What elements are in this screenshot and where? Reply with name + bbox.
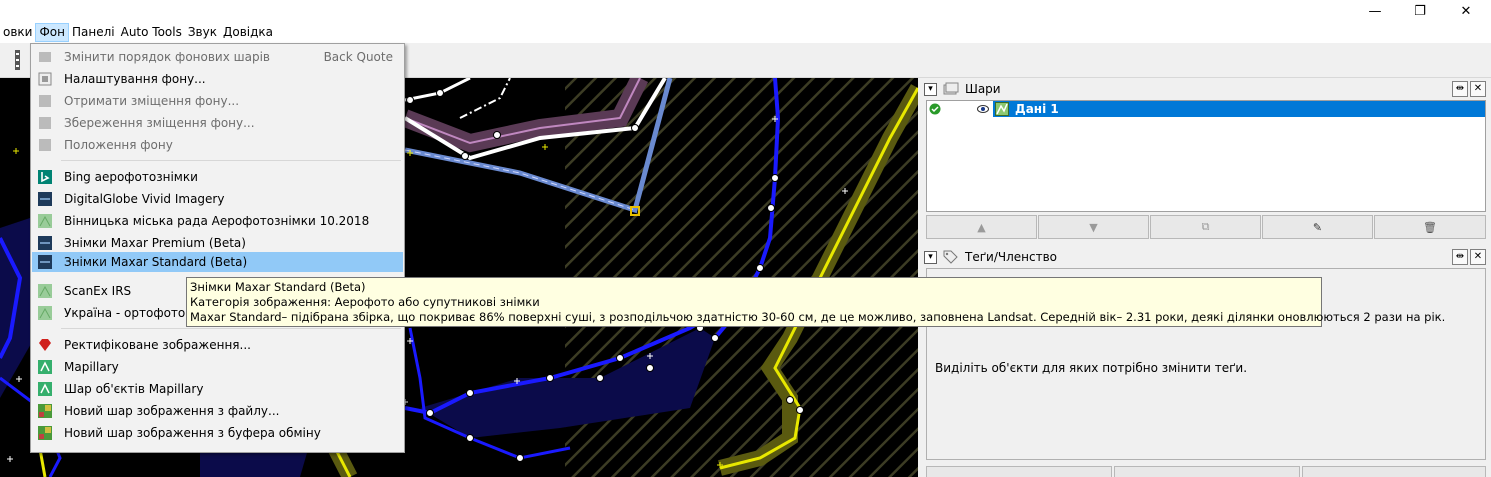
offset-save-icon (39, 117, 51, 129)
tooltip-category: Категорія зображення: Аерофото або супут… (190, 295, 540, 309)
menu-item-maxar-standard[interactable]: Знімки Maxar Standard (Beta) (32, 252, 403, 272)
layer-row[interactable]: Дані 1 (927, 101, 1485, 117)
settings-icon (38, 72, 52, 86)
tooltip-title: Знімки Maxar Standard (Beta) (190, 280, 366, 294)
layers-order-icon (39, 52, 51, 62)
menu-item-bing[interactable]: Bing аерофотознімки (32, 167, 403, 187)
generic-imagery-icon (38, 214, 52, 228)
menu-background[interactable]: Фон (35, 23, 69, 42)
menu-item-digitalglobe[interactable]: DigitalGlobe Vivid Imagery (32, 189, 403, 209)
menu-bar: овки Фон Панелі Auto Tools Звук Довідка (0, 22, 1491, 43)
visibility-toggle-icon[interactable]: ✎ (1262, 215, 1373, 239)
offset-get-icon (39, 95, 51, 107)
imagery-tooltip: Знімки Maxar Standard (Beta) Категорія з… (186, 277, 1445, 327)
menu-item-background-settings[interactable]: Налаштування фону... (32, 69, 403, 89)
eye-icon[interactable] (977, 104, 989, 114)
delete-icon[interactable]: 🗑 (1374, 215, 1486, 239)
menu-separator (61, 160, 401, 161)
red-pin-icon (39, 339, 51, 351)
layer-selected[interactable]: Дані 1 (993, 101, 1485, 117)
menu-sound[interactable]: Звук (185, 23, 220, 42)
minimize-icon[interactable]: — (1352, 0, 1398, 22)
layers-panel-title: Шари (965, 82, 1001, 96)
maxar-icon (38, 236, 52, 250)
move-down-icon[interactable]: ▼ (1038, 215, 1149, 239)
panel-close-icon[interactable]: ✕ (1470, 249, 1486, 265)
restore-icon[interactable]: ❐ (1397, 0, 1443, 22)
move-up-icon[interactable]: ▲ (926, 215, 1037, 239)
tag-icon (943, 250, 958, 264)
tooltip-description: Maxar Standard– підібрана збірка, що пок… (190, 310, 1446, 324)
mapillary-icon (38, 360, 52, 374)
menu-item-mapillary[interactable]: Mapillary (32, 357, 403, 377)
title-bar: — ❐ ✕ (0, 0, 1491, 22)
menu-item-rectified[interactable]: Ректифіковане зображення... (32, 335, 403, 355)
generic-imagery-icon (38, 306, 52, 320)
tags-toolbar (926, 466, 1486, 477)
menu-item-save-offset[interactable]: Збереження зміщення фону... (32, 113, 403, 133)
menu-help[interactable]: Довідка (220, 23, 276, 42)
mapillary-icon (38, 382, 52, 396)
dock-icon[interactable]: ⇹ (1452, 81, 1468, 97)
image-file-icon (38, 404, 52, 418)
tags-hint: Виділіть об'єкти для яких потрібно зміни… (935, 361, 1248, 375)
shortcut-label: Back Quote (323, 50, 393, 64)
close-icon[interactable]: ✕ (1443, 0, 1489, 22)
menu-item-image-from-file[interactable]: Новий шар зображення з файлу... (32, 401, 403, 421)
layers-list: Дані 1 (926, 100, 1486, 212)
collapse-icon[interactable]: ▾ (924, 82, 937, 96)
menu-item-mapillary-objects[interactable]: Шар об'єктів Mapillary (32, 379, 403, 399)
maxar-icon (38, 255, 52, 269)
menu-auto-tools[interactable]: Auto Tools (118, 23, 185, 42)
position-icon (39, 139, 51, 151)
menu-item-reorder-layers[interactable]: Змінити порядок фонових шарів Back Quote (32, 47, 403, 67)
menu-panels[interactable]: Панелі (69, 23, 118, 42)
background-menu: Змінити порядок фонових шарів Back Quote… (30, 43, 405, 453)
layer-toolbar: ▲ ▼ ⧉ ✎ 🗑 (926, 215, 1486, 239)
dock-icon[interactable]: ⇹ (1452, 249, 1468, 265)
menu-item-get-offset[interactable]: Отримати зміщення фону... (32, 91, 403, 111)
panel-close-icon[interactable]: ✕ (1470, 81, 1486, 97)
merge-icon[interactable]: ⧉ (1150, 215, 1261, 239)
menu-item-maxar-premium[interactable]: Знімки Maxar Premium (Beta) (32, 233, 403, 253)
menu-item-image-from-clipboard[interactable]: Новий шар зображення з буфера обміну (32, 423, 403, 443)
bing-icon (38, 170, 52, 184)
menu-item-vinnytsia[interactable]: Вінницька міська рада Аерофотознімки 10.… (32, 211, 403, 231)
menu-separator (61, 328, 401, 329)
check-icon[interactable] (929, 103, 941, 115)
collapse-icon[interactable]: ▾ (924, 250, 937, 264)
edit-tag-button[interactable] (1114, 466, 1300, 477)
tags-panel-title: Теґи/Членство (965, 250, 1057, 264)
toolbar-grip-icon[interactable] (12, 48, 24, 72)
layer-name: Дані 1 (1015, 102, 1059, 116)
menu-presets[interactable]: овки (0, 23, 35, 42)
imagery-icon (38, 192, 52, 206)
image-clipboard-icon (38, 426, 52, 440)
menu-item-background-position[interactable]: Положення фону (32, 135, 403, 155)
tags-panel-header: ▾ Теґи/Членство ⇹ ✕ (924, 248, 1486, 266)
layers-panel-header: ▾ Шари ⇹ ✕ (924, 80, 1486, 98)
delete-tag-button[interactable] (1302, 466, 1486, 477)
add-tag-button[interactable] (926, 466, 1112, 477)
layers-icon (943, 82, 959, 95)
generic-imagery-icon (38, 284, 52, 298)
data-layer-icon (995, 102, 1009, 116)
